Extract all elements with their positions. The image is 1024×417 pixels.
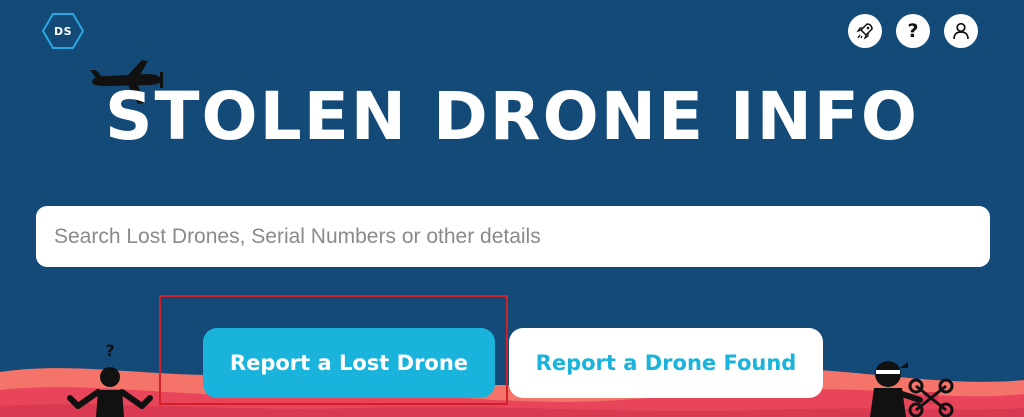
user-icon — [953, 22, 969, 40]
report-drone-found-button[interactable]: Report a Drone Found — [509, 328, 823, 398]
report-lost-drone-button[interactable]: Report a Lost Drone — [203, 328, 495, 398]
help-button[interactable]: ? — [896, 14, 930, 48]
rocket-button[interactable] — [848, 14, 882, 48]
question-mark: ? — [105, 341, 114, 360]
search-bar — [36, 206, 990, 267]
page-title: STOLEN DRONE INFO — [104, 78, 919, 155]
logo-badge[interactable]: DS — [42, 12, 84, 50]
search-input[interactable] — [36, 206, 990, 267]
user-account-button[interactable] — [944, 14, 978, 48]
ninja-drone-thief-icon — [870, 361, 954, 417]
logo-text: DS — [53, 24, 73, 38]
rocket-icon — [856, 23, 873, 40]
confused-person-icon: ? — [67, 341, 153, 417]
header-actions: ? — [848, 14, 978, 48]
help-icon: ? — [907, 19, 919, 42]
